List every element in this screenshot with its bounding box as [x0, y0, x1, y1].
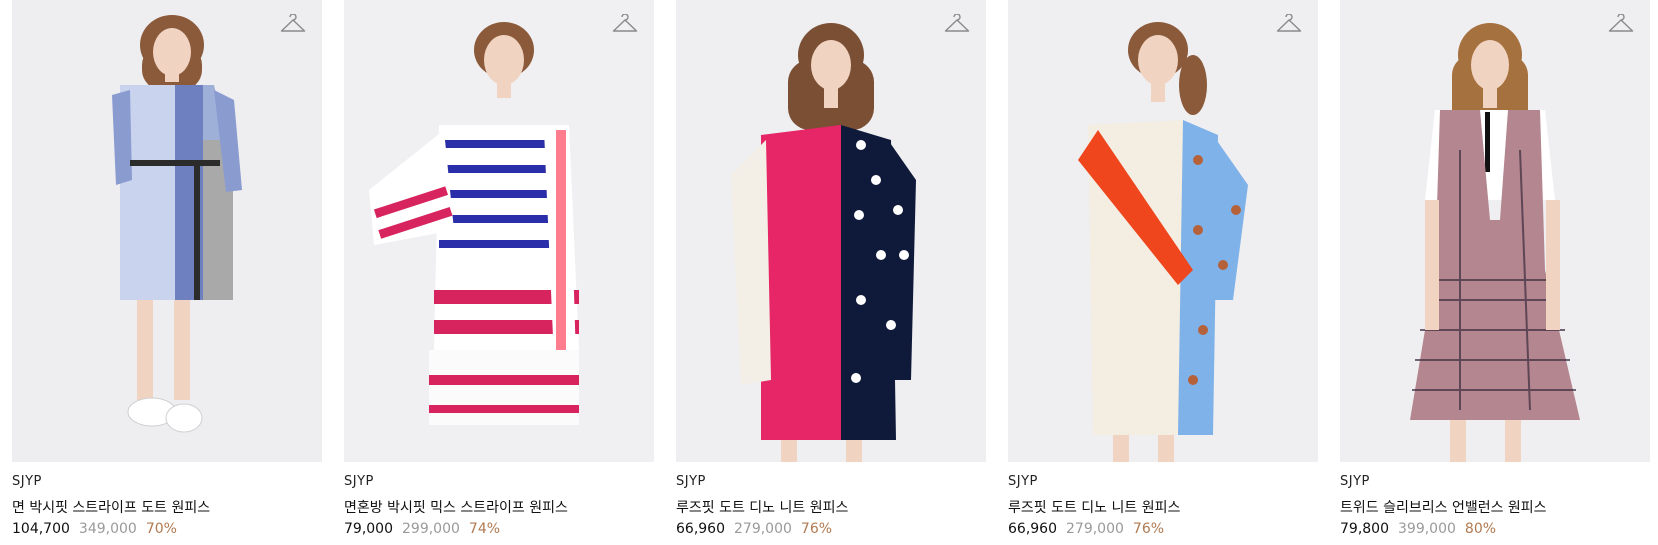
- discount-rate: 76%: [800, 521, 833, 537]
- original-price: 399,000: [1398, 521, 1456, 537]
- sale-price: 66,960: [1008, 521, 1057, 537]
- product-image[interactable]: [1008, 0, 1318, 462]
- original-price: 279,000: [1066, 521, 1124, 537]
- product-brand: SJYP: [1340, 474, 1370, 489]
- sale-price: 79,000: [344, 521, 393, 537]
- product-card[interactable]: SJYP 트위드 슬리브리스 언밸런스 원피스 79,800 399,000 80%: [1340, 0, 1650, 545]
- original-price: 349,000: [78, 521, 137, 537]
- hanger-icon[interactable]: [1608, 14, 1634, 36]
- original-price: 299,000: [402, 521, 460, 537]
- model-photo: [12, 0, 322, 462]
- product-card[interactable]: SJYP 루즈핏 도트 디노 니트 원피스 66,960 279,000 76%: [676, 0, 986, 545]
- product-image[interactable]: [12, 0, 322, 462]
- sale-price: 66,960: [676, 521, 725, 537]
- product-card[interactable]: SJYP 면혼방 박시핏 믹스 스트라이프 원피스 79,000 299,000 7…: [344, 0, 654, 545]
- discount-rate: 74%: [468, 521, 501, 537]
- product-brand: SJYP: [12, 474, 42, 489]
- product-name[interactable]: 트위드 슬리브리스 언밸런스 원피스: [1340, 497, 1547, 517]
- model-photo: [1008, 0, 1318, 462]
- hanger-icon[interactable]: [1276, 14, 1302, 36]
- model-photo: [344, 0, 654, 462]
- product-name[interactable]: 루즈핏 도트 디노 니트 원피스: [676, 497, 848, 517]
- product-prices: 79,000 299,000 74%: [344, 521, 500, 537]
- product-card[interactable]: SJYP 면 박시핏 스트라이프 도트 원피스 104,700 349,000 70…: [12, 0, 322, 545]
- sale-price: 79,800: [1340, 521, 1389, 537]
- product-prices: 66,960 279,000 76%: [1008, 521, 1164, 537]
- hanger-icon[interactable]: [280, 14, 306, 36]
- product-image[interactable]: [344, 0, 654, 462]
- discount-rate: 76%: [1132, 521, 1165, 537]
- product-brand: SJYP: [676, 474, 706, 489]
- hanger-icon[interactable]: [944, 14, 970, 36]
- product-prices: 104,700 349,000 70%: [12, 521, 177, 537]
- product-prices: 79,800 399,000 80%: [1340, 521, 1496, 537]
- sale-price: 104,700: [12, 521, 70, 537]
- discount-rate: 80%: [1464, 521, 1497, 537]
- product-brand: SJYP: [1008, 474, 1038, 489]
- product-grid: SJYP 면 박시핏 스트라이프 도트 원피스 104,700 349,000 70…: [0, 0, 1658, 545]
- product-name[interactable]: 면혼방 박시핏 믹스 스트라이프 원피스: [344, 497, 568, 517]
- discount-rate: 70%: [145, 521, 177, 537]
- original-price: 279,000: [734, 521, 792, 537]
- model-photo: [1340, 0, 1650, 462]
- hanger-icon[interactable]: [612, 14, 638, 36]
- model-photo: [676, 0, 986, 462]
- product-card[interactable]: SJYP 루즈핏 도트 디노 니트 원피스 66,960 279,000 76%: [1008, 0, 1318, 545]
- product-name[interactable]: 루즈핏 도트 디노 니트 원피스: [1008, 497, 1180, 517]
- product-name[interactable]: 면 박시핏 스트라이프 도트 원피스: [12, 497, 210, 517]
- product-image[interactable]: [1340, 0, 1650, 462]
- product-prices: 66,960 279,000 76%: [676, 521, 832, 537]
- product-brand: SJYP: [344, 474, 374, 489]
- product-image[interactable]: [676, 0, 986, 462]
